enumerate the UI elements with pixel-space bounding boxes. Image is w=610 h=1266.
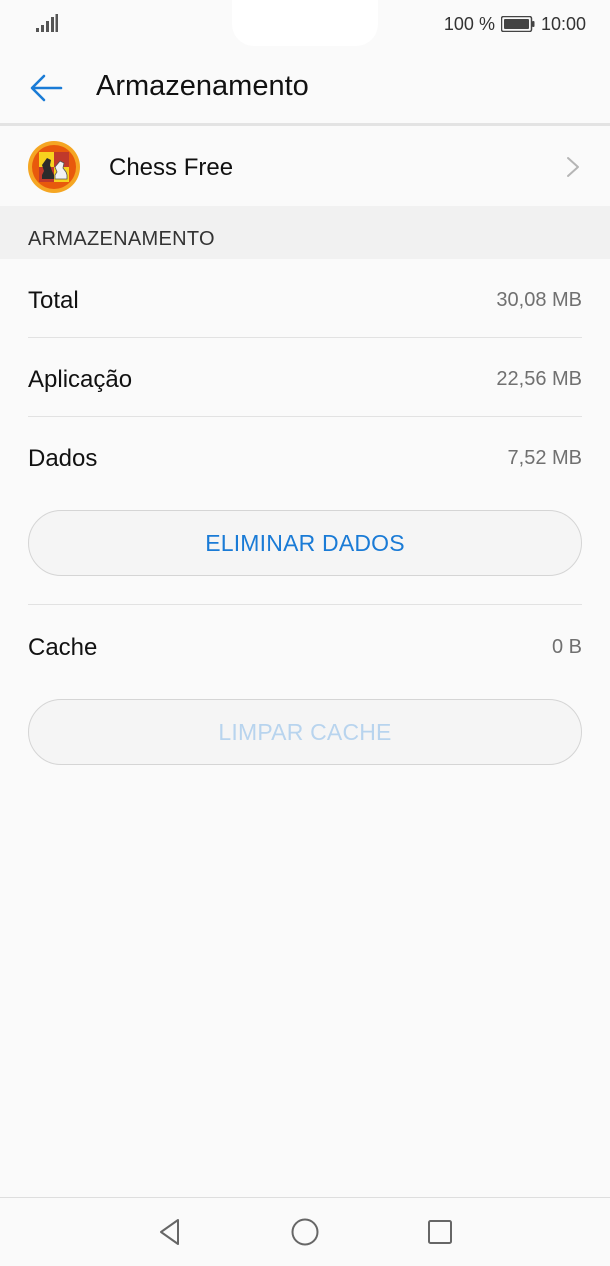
app-size-row: Aplicação 22,56 MB bbox=[0, 338, 610, 417]
data-label: Dados bbox=[28, 445, 98, 472]
storage-section-header: ARMAZENAMENTO bbox=[0, 206, 610, 259]
total-value: 30,08 MB bbox=[496, 289, 582, 311]
cache-label: Cache bbox=[28, 634, 98, 661]
total-label: Total bbox=[28, 287, 79, 314]
app-size-label: Aplicação bbox=[28, 366, 133, 393]
clear-cache-button[interactable]: LIMPAR CACHE bbox=[28, 699, 582, 765]
chess-app-icon bbox=[28, 141, 80, 193]
recents-square-icon bbox=[428, 1220, 452, 1244]
battery-icon bbox=[500, 16, 535, 32]
divider bbox=[28, 604, 582, 605]
back-triangle-icon bbox=[160, 1219, 179, 1245]
data-value: 7,52 MB bbox=[507, 447, 582, 469]
back-button[interactable] bbox=[22, 66, 70, 110]
total-row: Total 30,08 MB bbox=[0, 259, 610, 338]
app-info-row[interactable]: Chess Free bbox=[0, 128, 610, 206]
app-header: Armazenamento bbox=[0, 48, 610, 126]
app-name: Chess Free bbox=[109, 154, 234, 181]
storage-screen: 100 % 10:00 Armazenamento Chess Free ARM… bbox=[0, 0, 610, 1266]
nav-recents-button[interactable] bbox=[418, 1212, 462, 1252]
navigation-bar bbox=[0, 1197, 610, 1266]
camera-notch bbox=[232, 0, 378, 46]
clock: 10:00 bbox=[540, 13, 586, 34]
page-title: Armazenamento bbox=[96, 70, 309, 102]
app-size-value: 22,56 MB bbox=[496, 368, 582, 390]
arrow-back-icon bbox=[30, 74, 63, 102]
chevron-right-icon bbox=[567, 157, 579, 177]
signal-icon bbox=[36, 14, 58, 32]
cache-row: Cache 0 B bbox=[0, 606, 610, 685]
nav-back-button[interactable] bbox=[148, 1212, 192, 1252]
section-title: ARMAZENAMENTO bbox=[28, 228, 215, 250]
home-circle-icon bbox=[291, 1218, 319, 1246]
nav-home-button[interactable] bbox=[283, 1212, 327, 1252]
cache-value: 0 B bbox=[551, 636, 582, 658]
status-bar: 100 % 10:00 bbox=[0, 0, 610, 48]
battery-percent: 100 % bbox=[443, 13, 495, 34]
clear-data-button[interactable]: ELIMINAR DADOS bbox=[28, 510, 582, 576]
data-row: Dados 7,52 MB bbox=[0, 417, 610, 496]
status-right: 100 % 10:00 bbox=[444, 12, 586, 36]
